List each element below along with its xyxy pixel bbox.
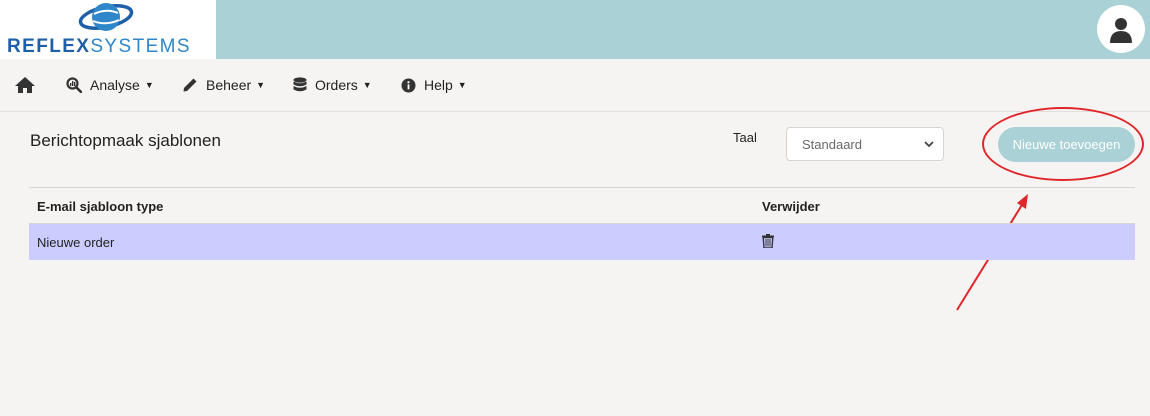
- nav-help-label: Help: [424, 77, 453, 93]
- analyse-magnifier-icon: [66, 77, 82, 93]
- chevron-down-icon: ▼: [457, 80, 467, 90]
- annotation-ellipse: [982, 107, 1144, 181]
- nav-orders[interactable]: Orders ▼: [293, 72, 372, 98]
- table-row[interactable]: Nieuwe order: [29, 224, 1135, 260]
- nav-beheer[interactable]: Beheer ▼: [182, 72, 265, 98]
- trash-icon: [762, 234, 774, 249]
- logo-text-primary: REFLEX: [7, 36, 91, 57]
- pencil-icon: [183, 78, 197, 92]
- chevron-down-icon: ▼: [144, 80, 154, 90]
- user-avatar-icon: [1110, 18, 1132, 43]
- delete-button[interactable]: [762, 234, 774, 253]
- table-header: E-mail sjabloon type Verwijder: [29, 187, 1135, 224]
- info-circle-icon: [401, 78, 416, 92]
- chevron-down-icon: ▼: [256, 80, 266, 90]
- logo-wordmark: REFLEXSYSTEMS: [7, 37, 191, 57]
- page-title: Berichtopmaak sjablonen: [30, 131, 221, 150]
- nav-home[interactable]: [14, 72, 36, 98]
- logo-text-secondary: SYSTEMS: [90, 36, 191, 57]
- templates-table: E-mail sjabloon type Verwijder Nieuwe or…: [29, 187, 1135, 260]
- logo[interactable]: REFLEXSYSTEMS: [0, 0, 216, 59]
- language-select-value: Standaard: [802, 137, 862, 152]
- user-menu-button[interactable]: [1097, 5, 1145, 53]
- nav-analyse-label: Analyse: [90, 77, 140, 93]
- language-label: Taal: [733, 130, 757, 145]
- nav-orders-label: Orders: [315, 77, 358, 93]
- globe-logo-icon: [78, 3, 134, 31]
- language-select[interactable]: Standaard: [786, 127, 944, 161]
- main-navigation: Analyse ▼ Beheer ▼ Orders ▼ Help ▼: [0, 59, 1150, 112]
- nav-beheer-label: Beheer: [206, 77, 252, 93]
- chevron-down-icon: [924, 141, 934, 148]
- home-icon: [15, 77, 35, 93]
- column-header-delete: Verwijder: [762, 199, 820, 214]
- template-type-cell: Nieuwe order: [37, 235, 115, 250]
- column-header-type: E-mail sjabloon type: [37, 199, 164, 214]
- chevron-down-icon: ▼: [362, 80, 372, 90]
- top-bar: REFLEXSYSTEMS: [0, 0, 1150, 59]
- nav-help[interactable]: Help ▼: [401, 72, 467, 98]
- nav-analyse[interactable]: Analyse ▼: [66, 72, 154, 98]
- database-icon: [293, 77, 307, 92]
